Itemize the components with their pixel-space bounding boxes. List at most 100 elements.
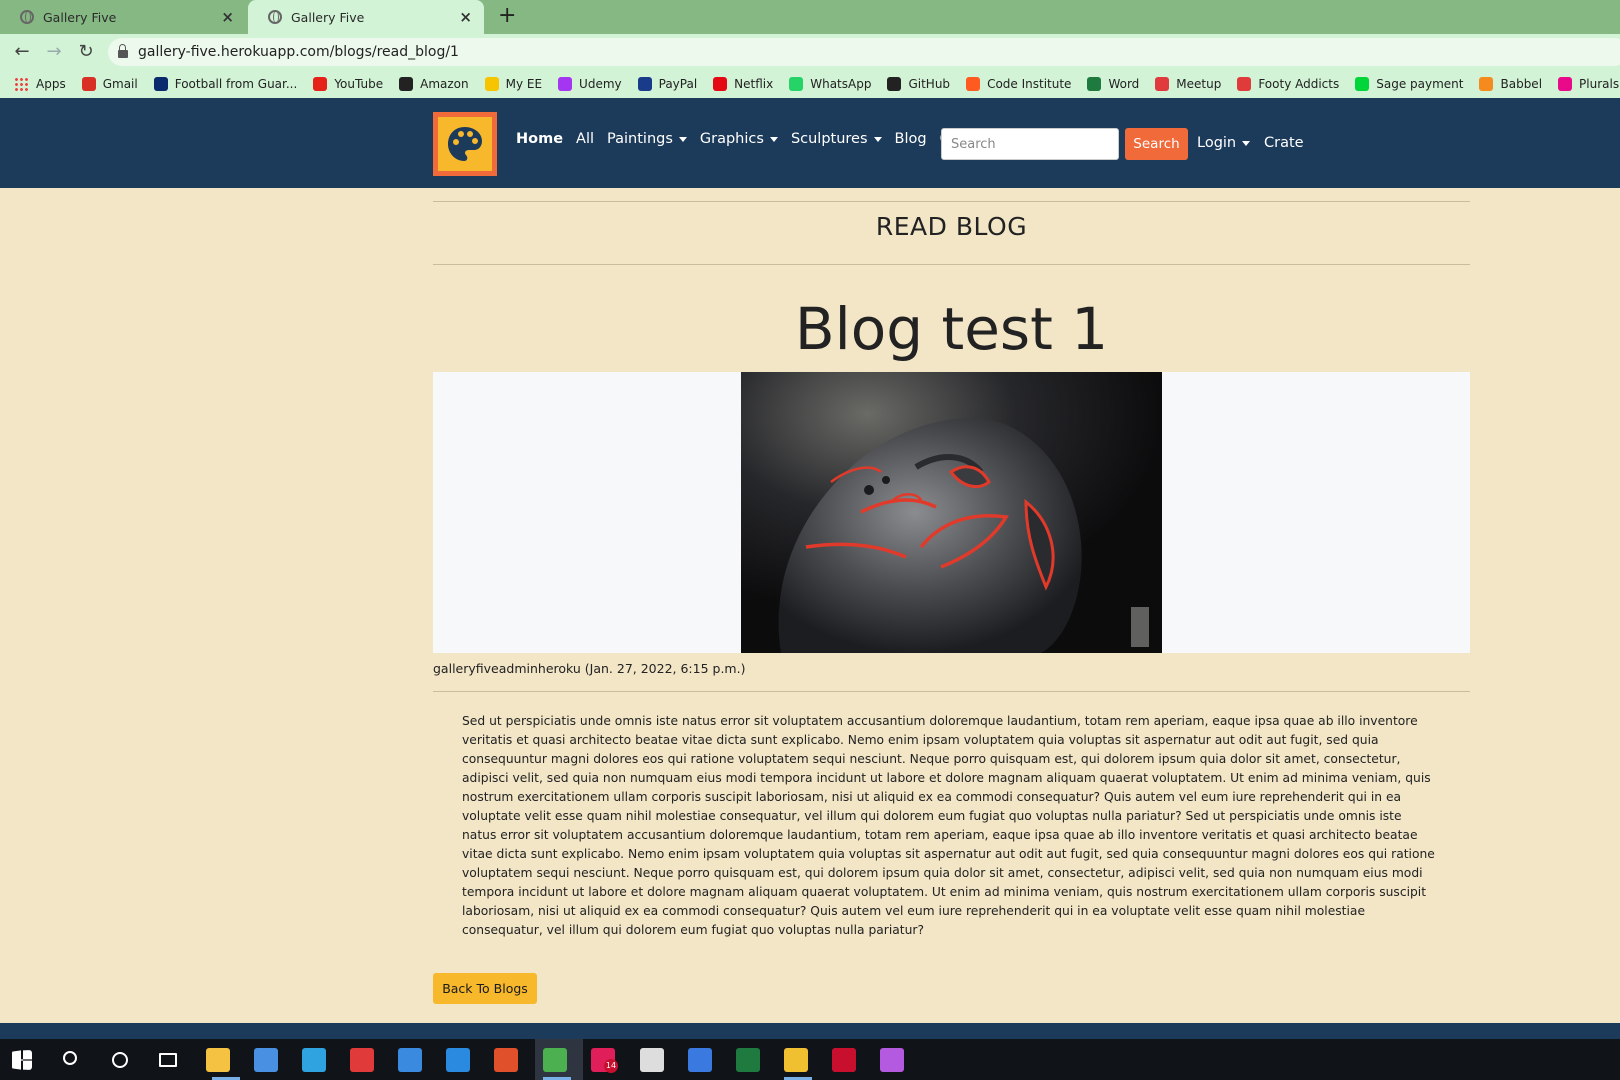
nav-link-all[interactable]: All	[576, 131, 594, 147]
bookmark-label: PayPal	[658, 77, 698, 91]
reload-icon[interactable]: ↻	[74, 40, 98, 64]
back-arrow-icon[interactable]: ←	[10, 40, 34, 64]
bookmark-item[interactable]: Pluralsight	[1558, 77, 1620, 91]
file-explorer-icon[interactable]	[206, 1048, 230, 1072]
bookmark-item[interactable]: Footy Addicts	[1237, 77, 1339, 91]
bookmark-label: Sage payment	[1376, 77, 1464, 91]
tab-title: Gallery Five	[43, 9, 117, 25]
security-shield-icon[interactable]	[784, 1048, 808, 1072]
edge-icon[interactable]	[302, 1048, 326, 1072]
sage-icon	[1355, 77, 1370, 91]
bookmark-label: Netflix	[734, 77, 774, 91]
nav-link-home[interactable]: Home	[516, 131, 563, 147]
bookmark-item[interactable]: Sage payment	[1355, 77, 1463, 91]
nav-link-label: Graphics	[699, 131, 764, 147]
gift-icon[interactable]	[350, 1048, 374, 1072]
bookmark-item[interactable]: Amazon	[399, 77, 469, 91]
whatsapp-icon	[789, 77, 804, 91]
bookmark-item[interactable]: Gmail	[81, 77, 138, 91]
close-tab-icon[interactable]: ×	[459, 8, 472, 26]
nav-link-sculptures[interactable]: Sculptures	[791, 131, 882, 147]
bookmark-item[interactable]: Babbel	[1479, 77, 1542, 91]
chrome-icon[interactable]	[543, 1048, 567, 1072]
bookmark-label: Gmail	[102, 77, 138, 91]
site-footer	[0, 1023, 1620, 1039]
bookmark-label: Code Institute	[987, 77, 1072, 91]
divider	[433, 264, 1470, 265]
youtube-icon	[313, 77, 328, 91]
bookmark-item[interactable]: Udemy	[558, 77, 622, 91]
blog-title: Blog test 1	[794, 295, 1109, 363]
forward-arrow-icon[interactable]: →	[42, 40, 66, 64]
bookmark-item[interactable]: Netflix	[713, 77, 773, 91]
close-tab-icon[interactable]: ×	[221, 8, 234, 26]
caret-down-icon	[769, 136, 778, 142]
bookmark-label: Babbel	[1500, 77, 1543, 91]
bookmark-item[interactable]: Word	[1087, 77, 1139, 91]
login-dropdown[interactable]: Login	[1197, 135, 1251, 151]
paint-drop-icon[interactable]	[880, 1048, 904, 1072]
babbel-icon	[1479, 77, 1494, 91]
apps-grid-icon	[14, 77, 28, 91]
bookmark-item[interactable]: WhatsApp	[789, 77, 871, 91]
nav-link-label: Blog	[894, 131, 927, 147]
bookmark-item[interactable]: Apps	[14, 77, 66, 91]
bookmark-label: YouTube	[334, 77, 384, 91]
bookmark-item[interactable]: Code Institute	[966, 77, 1071, 91]
microsoft-store-icon[interactable]	[254, 1048, 278, 1072]
nav-links: HomeAllPaintingsGraphicsSculpturesBlogCo…	[516, 131, 1009, 147]
guardian-icon	[153, 77, 168, 91]
browser-tab-active[interactable]: Gallery Five ×	[248, 0, 484, 34]
mail-icon[interactable]	[398, 1048, 422, 1072]
new-tab-icon[interactable]: +	[498, 5, 516, 27]
cortana-icon[interactable]	[112, 1052, 128, 1068]
nav-link-blog[interactable]: Blog	[895, 131, 927, 147]
windows-start-icon[interactable]	[12, 1050, 32, 1070]
office-icon[interactable]	[494, 1048, 518, 1072]
back-to-blogs-button[interactable]: Back To Blogs	[433, 973, 537, 1004]
search-icon[interactable]	[63, 1051, 77, 1065]
section-title: READ BLOG	[875, 212, 1028, 241]
nav-link-label: All	[576, 131, 595, 147]
bookmark-item[interactable]: My EE	[484, 77, 542, 91]
excel-icon[interactable]	[736, 1048, 760, 1072]
divider	[433, 691, 1470, 692]
palette-icon	[448, 127, 482, 161]
bookmark-item[interactable]: GitHub	[887, 77, 950, 91]
login-label: Login	[1197, 135, 1237, 151]
bookmark-label: WhatsApp	[810, 77, 872, 91]
slack-notification-badge: 14	[604, 1059, 618, 1073]
bookmark-item[interactable]: YouTube	[313, 77, 383, 91]
bookmark-label: Footy Addicts	[1258, 77, 1340, 91]
nav-link-graphics[interactable]: Graphics	[700, 131, 778, 147]
address-bar[interactable]: gallery-five.herokuapp.com/blogs/read_bl…	[108, 38, 1620, 66]
blog-byline: galleryfiveadminheroku (Jan. 27, 2022, 6…	[433, 661, 746, 676]
photos-icon[interactable]	[688, 1048, 712, 1072]
bookmark-item[interactable]: Football from Guar...	[153, 77, 298, 91]
search-button[interactable]: Search	[1125, 128, 1188, 160]
bookmark-item[interactable]: Meetup	[1155, 77, 1221, 91]
nav-link-paintings[interactable]: Paintings	[607, 131, 687, 147]
browser-tab[interactable]: Gallery Five ×	[0, 0, 246, 34]
mcafee-icon[interactable]	[832, 1048, 856, 1072]
bookmark-label: Football from Guar...	[174, 77, 298, 91]
crate-link[interactable]: Crate	[1264, 135, 1304, 151]
vscode-icon[interactable]	[446, 1048, 470, 1072]
blog-image	[741, 372, 1162, 653]
windows-taskbar: 14	[0, 1039, 1620, 1080]
browser-toolbar: ← → ↻ gallery-five.herokuapp.com/blogs/r…	[0, 34, 1620, 70]
caret-down-icon	[678, 136, 687, 142]
search-input[interactable]	[941, 128, 1119, 160]
pluralsight-icon	[1558, 77, 1573, 91]
divider	[433, 201, 1470, 202]
nav-link-label: Home	[516, 131, 564, 147]
url-text: gallery-five.herokuapp.com/blogs/read_bl…	[138, 44, 459, 60]
emoji-icon[interactable]	[640, 1048, 664, 1072]
meetup-icon	[1155, 77, 1170, 91]
blog-body: Sed ut perspiciatis unde omnis iste natu…	[462, 714, 1435, 937]
gmail-icon	[81, 77, 96, 91]
bookmark-item[interactable]: PayPal	[637, 77, 698, 91]
task-view-icon[interactable]	[159, 1053, 177, 1067]
site-logo[interactable]	[433, 112, 497, 176]
blog-image-container	[433, 372, 1470, 653]
